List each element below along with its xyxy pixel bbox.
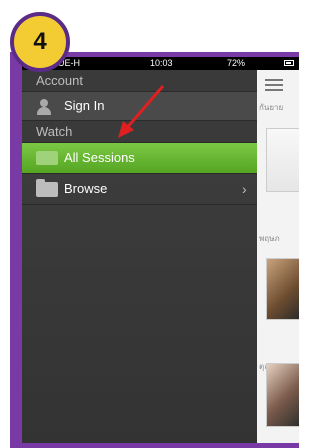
pointer-arrow-icon (118, 85, 165, 138)
